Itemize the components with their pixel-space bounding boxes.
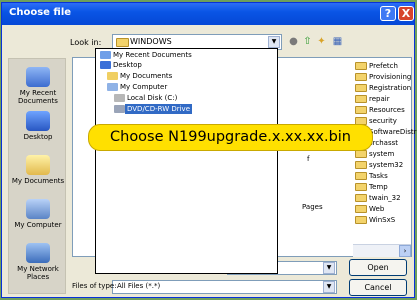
folder-icon xyxy=(355,205,367,213)
files-of-type-value: All Files (*.*) xyxy=(117,282,161,290)
dialog-title: Choose file xyxy=(9,7,72,18)
places-bar: My Recent Documents Desktop My Documents… xyxy=(8,58,66,294)
cancel-button[interactable]: Cancel xyxy=(349,279,407,296)
scroll-right-icon[interactable]: › xyxy=(399,245,411,257)
places-my-computer[interactable]: My Computer xyxy=(9,199,67,229)
up-folder-icon[interactable]: ⇧ xyxy=(301,36,314,48)
look-in-label: Look in: xyxy=(70,38,102,47)
partial-file-label: f xyxy=(307,155,310,163)
folder-icon xyxy=(355,95,367,103)
folder-icon xyxy=(355,161,367,169)
my-computer-icon xyxy=(26,199,50,219)
network-places-icon xyxy=(26,243,50,263)
folder-icon xyxy=(355,106,367,114)
place-label: My Documents xyxy=(11,177,65,185)
places-my-recent-documents[interactable]: My Recent Documents xyxy=(9,67,67,105)
folder-icon xyxy=(116,38,129,47)
close-button[interactable]: X xyxy=(398,6,414,21)
folder-icon xyxy=(355,73,367,81)
files-of-type-select[interactable]: All Files (*.*) ▼ xyxy=(112,280,337,294)
look-in-value: WINDOWS xyxy=(130,37,172,46)
places-my-documents[interactable]: My Documents xyxy=(9,155,67,185)
open-button[interactable]: Open xyxy=(349,259,407,276)
help-button[interactable]: ? xyxy=(380,6,396,21)
my-documents-icon xyxy=(26,155,50,175)
desktop-icon xyxy=(100,61,111,69)
folder-icon xyxy=(355,172,367,180)
desktop-icon xyxy=(26,111,50,131)
folder-icon xyxy=(355,62,367,70)
chevron-down-icon[interactable]: ▼ xyxy=(323,281,335,293)
partial-file-label: Pages xyxy=(302,203,323,211)
look-in-dropdown-list: My Recent Documents Desktop My Documents… xyxy=(95,48,278,274)
place-label: My Recent Documents xyxy=(18,89,58,105)
place-label: Desktop xyxy=(23,133,53,141)
place-label: My Network Places xyxy=(17,265,59,281)
folder-icon xyxy=(355,216,367,224)
my-documents-icon xyxy=(107,72,118,80)
horizontal-scrollbar[interactable]: › xyxy=(353,244,411,257)
new-folder-icon[interactable]: ✦ xyxy=(315,36,328,48)
back-icon[interactable]: ● xyxy=(287,36,300,48)
folder-icon xyxy=(355,183,367,191)
dvd-drive-icon xyxy=(114,105,125,113)
instruction-callout: Choose N199upgrade.x.xx.xx.bin xyxy=(88,124,373,151)
recent-documents-icon xyxy=(100,51,111,59)
choose-file-dialog: Choose file ? X Look in: WINDOWS ▼ ● ⇧ ✦… xyxy=(1,2,417,298)
places-my-network-places[interactable]: My Network Places xyxy=(9,243,67,281)
local-disk-icon xyxy=(114,94,125,102)
recent-documents-icon xyxy=(26,67,50,87)
chevron-down-icon[interactable]: ▼ xyxy=(323,262,335,274)
place-label: My Computer xyxy=(14,221,62,229)
folder-icon xyxy=(355,150,367,158)
chevron-down-icon[interactable]: ▼ xyxy=(268,36,280,48)
my-computer-icon xyxy=(107,83,118,91)
folder-icon xyxy=(355,194,367,202)
view-menu-icon[interactable]: ▦ xyxy=(331,36,344,48)
title-bar: Choose file ? X xyxy=(2,3,414,25)
places-desktop[interactable]: Desktop xyxy=(9,111,67,141)
files-of-type-label: Files of type: xyxy=(72,282,117,290)
folder-icon xyxy=(355,84,367,92)
